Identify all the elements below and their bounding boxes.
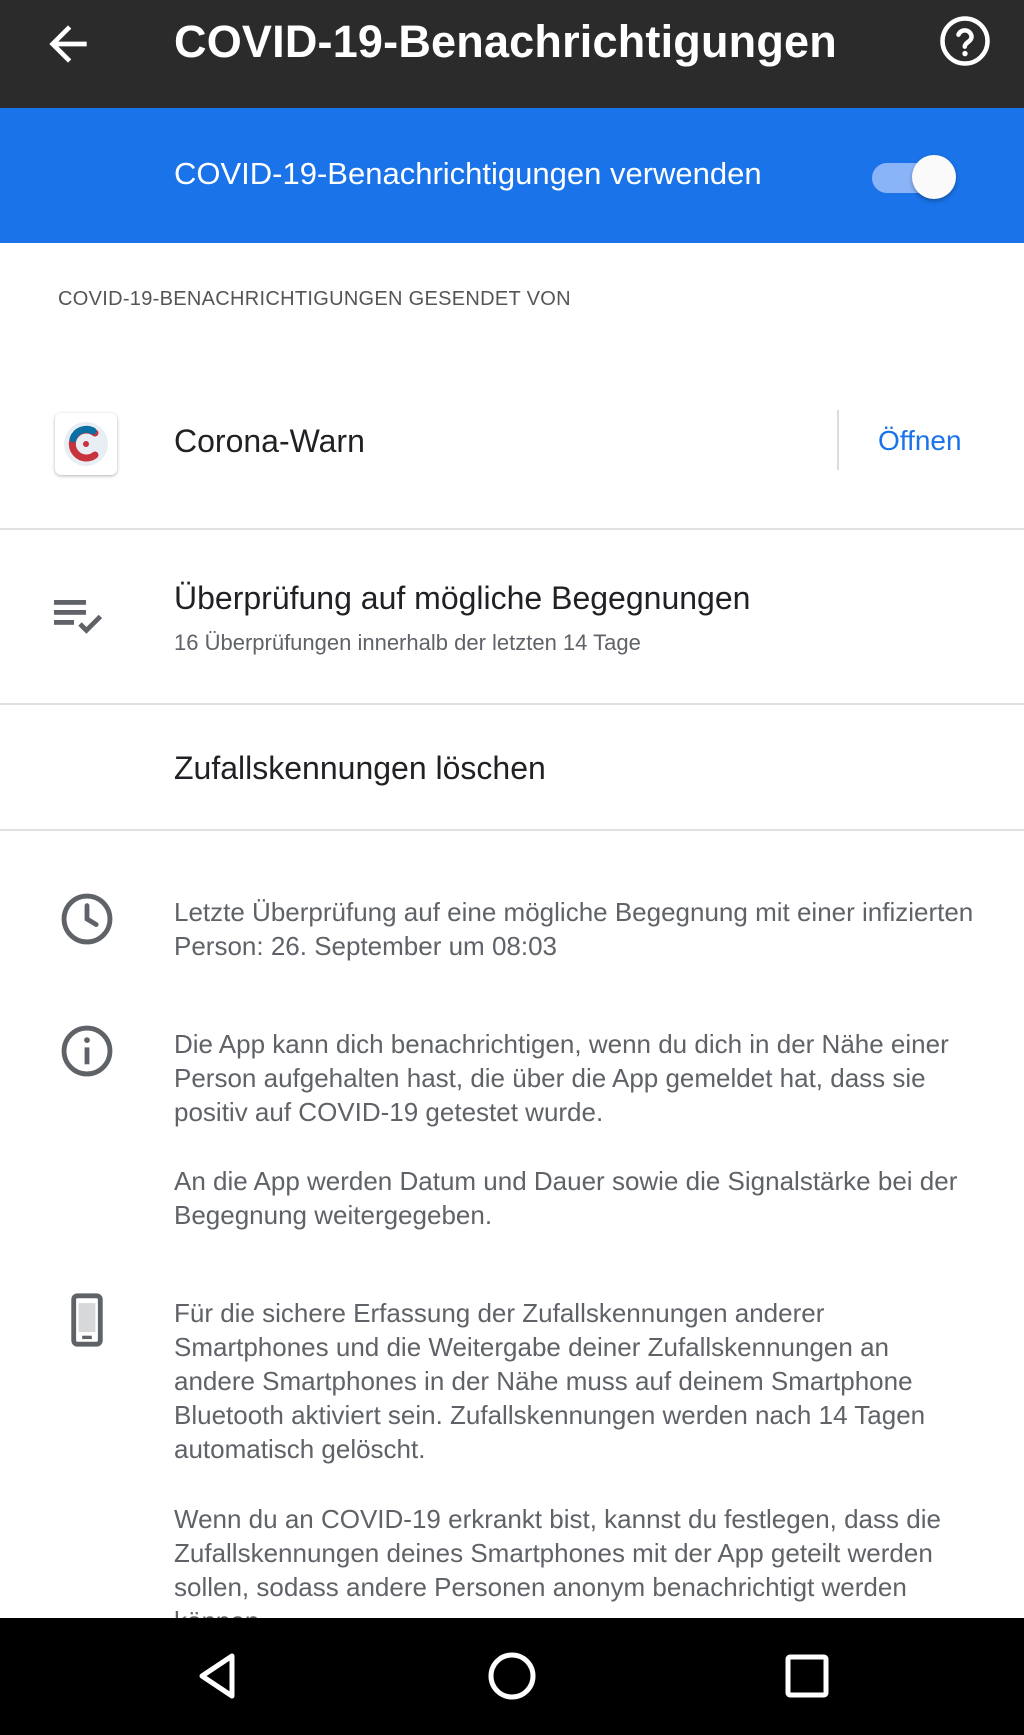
divider xyxy=(0,829,1024,831)
use-notifications-label: COVID-19-Benachrichtigungen verwenden xyxy=(174,156,762,191)
about-text-2: An die App werden Datum und Dauer sowie … xyxy=(174,1166,958,1230)
corona-warn-app-icon xyxy=(55,413,117,475)
switch-thumb xyxy=(912,155,956,199)
use-notifications-switch[interactable] xyxy=(870,152,958,202)
exposure-checks-row[interactable]: Überprüfung auf mögliche Begegnungen 16 … xyxy=(0,532,1024,704)
smartphone-icon xyxy=(71,1293,103,1347)
last-check-text: Letzte Überprüfung auf eine mögliche Beg… xyxy=(174,897,974,961)
open-app-button[interactable]: Öffnen xyxy=(878,425,962,457)
arrow-back-icon[interactable] xyxy=(40,16,96,72)
app-bar: COVID-19-Benachrichtigungen xyxy=(0,0,1024,108)
delete-random-ids-label: Zufallskennungen löschen xyxy=(174,750,546,786)
bluetooth-text-1: Für die sichere Erfassung der Zufallsken… xyxy=(174,1298,926,1464)
divider xyxy=(0,528,1024,530)
nav-home-icon[interactable] xyxy=(480,1644,544,1708)
sent-by-header: COVID-19-BENACHRICHTIGUNGEN GESENDET VON xyxy=(58,288,571,310)
system-nav-bar xyxy=(0,1618,1024,1735)
app-name: Corona-Warn xyxy=(174,423,365,459)
nav-back-icon[interactable] xyxy=(186,1644,250,1708)
about-text-1: Die App kann dich benachrichtigen, wenn … xyxy=(174,1029,949,1127)
sending-app-row: Corona-Warn Öffnen xyxy=(0,375,1024,505)
playlist-check-icon xyxy=(54,600,103,634)
exposure-checks-title: Überprüfung auf mögliche Begegnungen xyxy=(174,580,751,616)
info-icon xyxy=(61,1025,113,1077)
nav-recents-icon[interactable] xyxy=(775,1644,839,1708)
vertical-divider xyxy=(837,410,839,470)
use-notifications-row[interactable]: COVID-19-Benachrichtigungen verwenden xyxy=(0,108,1024,243)
divider xyxy=(0,703,1024,705)
clock-icon xyxy=(61,893,113,945)
help-circle-icon[interactable] xyxy=(938,14,992,68)
delete-random-ids-row[interactable]: Zufallskennungen löschen xyxy=(0,706,1024,830)
exposure-checks-subtitle: 16 Überprüfungen innerhalb der letzten 1… xyxy=(174,630,641,655)
page-title: COVID-19-Benachrichtigungen xyxy=(174,16,837,67)
bluetooth-text-2: Wenn du an COVID-19 erkrankt bist, kanns… xyxy=(174,1504,941,1618)
